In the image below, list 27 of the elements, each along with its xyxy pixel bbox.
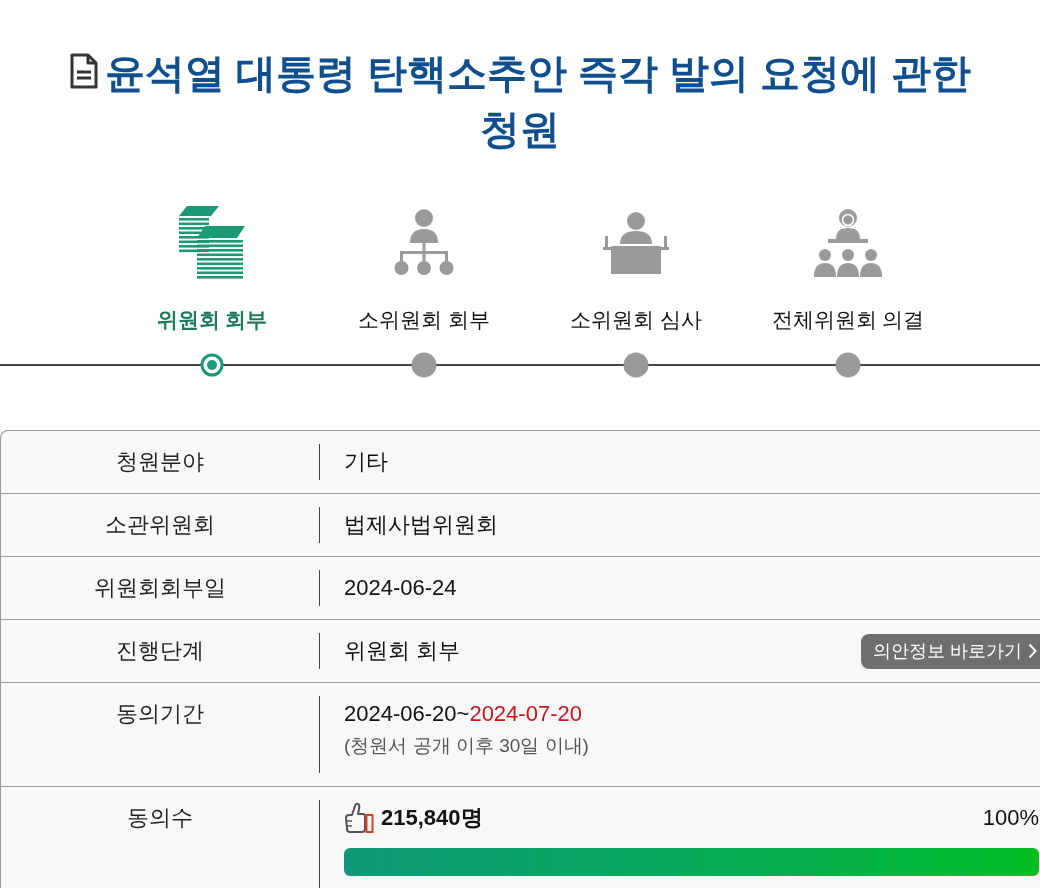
agree-percent: 100% bbox=[982, 804, 1039, 832]
row-value: 법제사법위원회 bbox=[344, 512, 498, 537]
petition-title: 윤석열 대통령 탄핵소추안 즉각 발의 요청에 관한 청원 bbox=[104, 51, 972, 151]
row-label: 위원회회부일 bbox=[93, 574, 227, 602]
row-label: 청원분야 bbox=[115, 448, 205, 476]
bill-info-button[interactable]: 의안정보 바로가기 bbox=[861, 633, 1040, 669]
step-label: 위원회 회부 bbox=[156, 307, 268, 333]
row-label: 소관위원회 bbox=[104, 511, 216, 539]
step-label: 소위원회 회부 bbox=[358, 307, 490, 333]
thumbs-up-icon bbox=[344, 802, 374, 834]
period-end-date: 2024-07-20 bbox=[469, 701, 582, 726]
podium-speaker-icon bbox=[603, 212, 669, 274]
row-label: 동의수 bbox=[126, 804, 194, 832]
period-start-date: 2024-06-20~ bbox=[344, 701, 470, 726]
chevron-icon bbox=[1028, 643, 1037, 659]
paper-stack-icon bbox=[179, 206, 245, 280]
row-value: 기타 bbox=[344, 449, 388, 474]
agree-count: 215,840명 bbox=[381, 804, 483, 832]
step-label: 소위원회 심사 bbox=[570, 307, 702, 333]
document-icon bbox=[68, 53, 99, 89]
row-label: 진행단계 bbox=[115, 637, 205, 665]
row-label: 동의기간 bbox=[115, 700, 205, 728]
row-value: 2024-06-24 bbox=[344, 575, 457, 600]
step-label: 전체위원회 의결 bbox=[771, 307, 925, 333]
period-note: (청원서 공개 이후 30일 이내) bbox=[344, 735, 589, 756]
row-value: 위원회 회부 bbox=[344, 637, 461, 665]
presenter-audience-icon bbox=[812, 209, 884, 277]
